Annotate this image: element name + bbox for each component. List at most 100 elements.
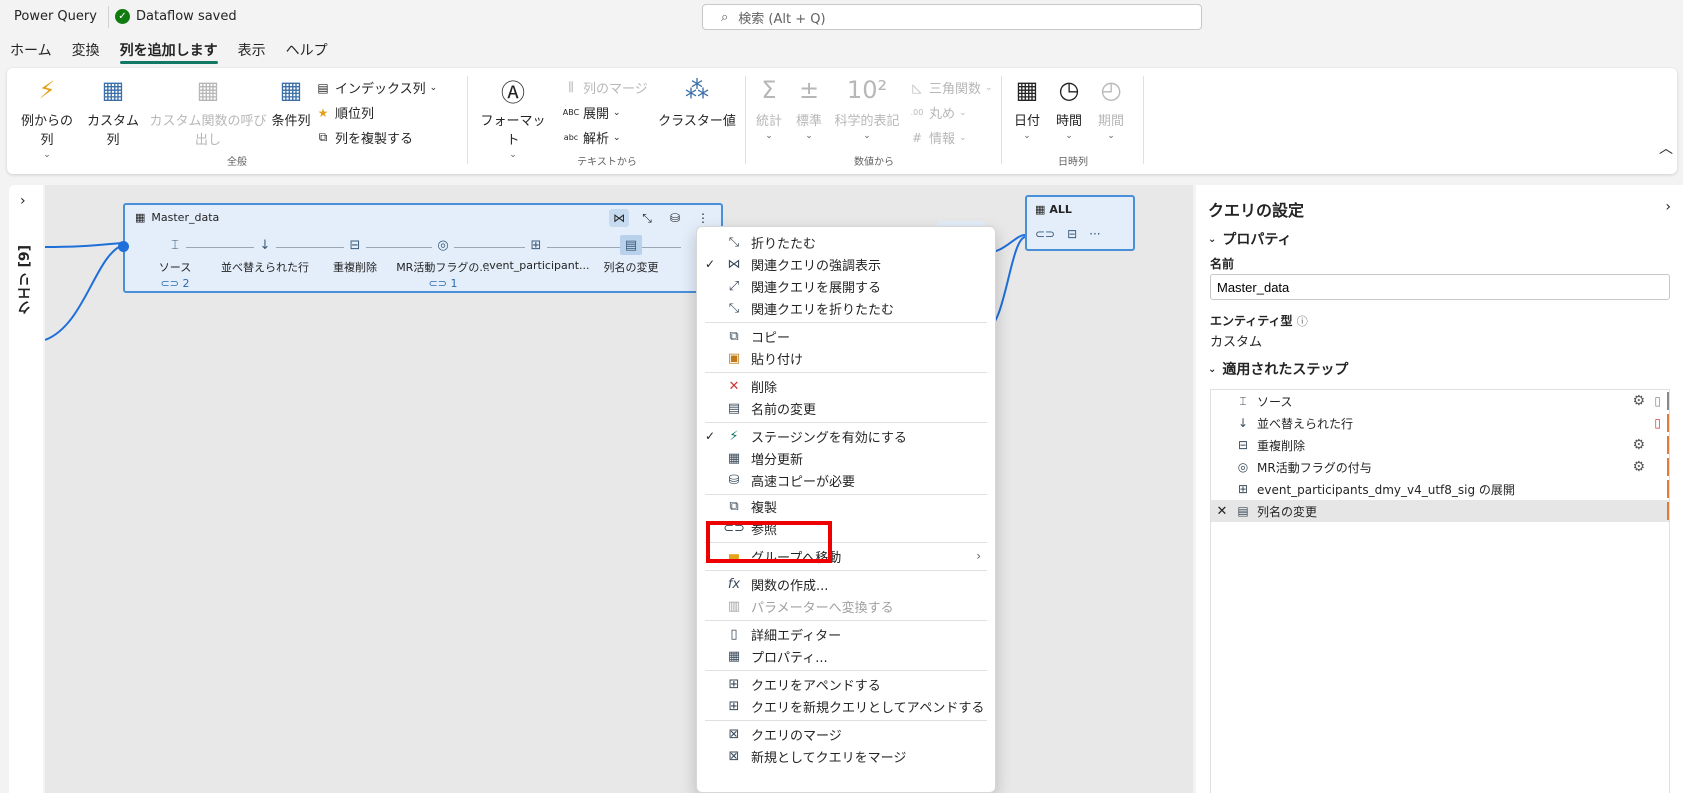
duplicate-column-button[interactable]: ⧉ 列を複製する [315, 128, 413, 147]
menu-item-properties[interactable]: ▦ プロパティ... [697, 645, 995, 667]
index-column-button[interactable]: ▤ インデックス列 ⌄ [315, 78, 437, 98]
date-button[interactable]: ▦ 日付 ⌄ [1007, 74, 1047, 141]
menu-item-create-function[interactable]: fx 関数の作成... [697, 573, 995, 595]
gear-icon[interactable]: ⚙ [1632, 393, 1645, 409]
diagram-canvas[interactable]: ▦ Master_data ⋈ ⤡ ⛁ ⋮ ⌶ ソース ⊂⊃ 2 ↓ 並べ替えら… [45, 185, 1193, 793]
step-source[interactable]: ⌶ ソース ⊂⊃ 2 [125, 235, 225, 290]
menu-item-label: 折りたたむ [751, 236, 817, 252]
applied-step-remove-duplicates[interactable]: ⊟ 重複削除 ⚙ [1211, 434, 1669, 456]
parse-button[interactable]: abc 解析 ⌄ [563, 128, 621, 147]
rank-column-button[interactable]: ★ 順位列 [315, 103, 374, 123]
menu-item-advanced-editor[interactable]: ▯ 詳細エディター [697, 623, 995, 645]
chevron-down-icon: ⌄ [613, 132, 621, 143]
query-card-all[interactable]: ▦ ALL ⊂⊃ ⊟ ··· [1025, 195, 1135, 251]
time-button[interactable]: ◷ 時間 ⌄ [1049, 74, 1089, 141]
name-label: 名前 [1210, 257, 1235, 271]
format-button[interactable]: Ⓐ フォーマット ⌄ [477, 74, 549, 161]
ribbon-group-general: ⚡ 例からの列 ⌄ ▦ カスタム列 ▦ カスタム関数の呼び出し ▦ 条件列 ▤ … [7, 72, 467, 170]
applied-step-source[interactable]: ⌶ ソース ⚙ ▯ [1211, 390, 1669, 412]
menu-item-label: 増分更新 [751, 452, 804, 468]
invoke-custom-function-button[interactable]: ▦ カスタム関数の呼び出し [147, 74, 269, 148]
applied-step-rename-columns[interactable]: ✕ ▤ 列名の変更 [1211, 500, 1669, 522]
menu-item-merge-as-new[interactable]: ⊠ 新規としてクエリをマージ [697, 745, 995, 767]
menu-item-expand-related[interactable]: ⤢ 関連クエリを展開する [697, 275, 995, 297]
info-icon[interactable]: ⓘ [1297, 315, 1308, 328]
menu-item-copy[interactable]: ⧉ コピー [697, 325, 995, 347]
information-button[interactable]: # 情報 ⌄ [909, 128, 967, 148]
rounding-icon: .00 [910, 108, 924, 117]
cluster-values-button[interactable]: ⁂ クラスター値 [655, 74, 739, 129]
standard-label: 標準 [795, 114, 822, 129]
name-input[interactable] [1210, 274, 1670, 300]
applied-steps-header-text: 適用されたステップ [1222, 362, 1349, 378]
menu-item-fast-copy[interactable]: ⛁ 高速コピーが必要 [697, 469, 995, 491]
query-card-master-data[interactable]: ▦ Master_data ⋈ ⤡ ⛁ ⋮ ⌶ ソース ⊂⊃ 2 ↓ 並べ替えら… [118, 203, 731, 293]
tab-home[interactable]: ホーム [0, 34, 62, 66]
related-queries-icon[interactable]: ⋈ [609, 209, 629, 227]
delete-step-icon[interactable]: ✕ [1211, 504, 1233, 519]
menu-item-duplicate[interactable]: ⧉ 複製 [697, 495, 995, 517]
tab-transform[interactable]: 変換 [62, 34, 110, 66]
applied-step-expand[interactable]: ⊞ event_participants_dmy_v4_utf8_sig の展開 [1211, 478, 1669, 500]
duplicate-icon: ⧉ [729, 498, 739, 514]
custom-column-label: カスタム列 [86, 114, 139, 148]
search-box[interactable]: ⌕ 検索 (Alt + Q) [702, 4, 1202, 30]
menu-item-enable-staging[interactable]: ✓ ⚡ ステージングを有効にする [697, 425, 995, 447]
conditional-column-button[interactable]: ▦ 条件列 [271, 74, 311, 129]
gear-icon[interactable]: ⚙ [1632, 459, 1645, 475]
duration-button[interactable]: ◴ 期間 ⌄ [1091, 74, 1131, 141]
expand-button[interactable]: ABC 展開 ⌄ [563, 103, 621, 122]
menu-item-label: クエリを新規クエリとしてアペンドする [751, 700, 985, 716]
collapse-ribbon-icon[interactable]: ︿ [1659, 138, 1673, 158]
menu-item-collapse-related[interactable]: ⤡ 関連クエリを折りたたむ [697, 297, 995, 319]
trigonometry-button[interactable]: ◺ 三角関数 ⌄ [909, 78, 992, 98]
menu-item-rename[interactable]: ▤ 名前の変更 [697, 397, 995, 419]
applied-step-label: 並べ替えられた行 [1257, 416, 1354, 431]
expand-pane-icon[interactable]: › [20, 193, 26, 209]
gear-icon[interactable]: ⚙ [1632, 437, 1645, 453]
menu-item-delete[interactable]: ✕ 削除 [697, 375, 995, 397]
custom-column-button[interactable]: ▦ カスタム列 [81, 74, 145, 148]
step-rename-columns[interactable]: ▤ 列名の変更 [581, 235, 681, 275]
tab-add-column[interactable]: 列を追加します [110, 34, 228, 66]
menu-item-merge-queries[interactable]: ⊠ クエリのマージ [697, 723, 995, 745]
merge-columns-button[interactable]: ⫼ 列のマージ [563, 78, 648, 97]
source-icon: ⌶ [1239, 393, 1247, 408]
menu-item-label: コピー [751, 330, 791, 346]
menu-separator [705, 422, 987, 423]
menu-item-convert-to-parameter[interactable]: ▥ パラメーターへ変換する [697, 595, 995, 617]
menu-item-collapse[interactable]: ⤡ 折りたたむ [697, 231, 995, 253]
properties-section-header[interactable]: ⌄ プロパティ [1208, 229, 1292, 249]
statistics-button[interactable]: Σ 統計 ⌄ [751, 74, 787, 141]
applied-step-merge[interactable]: ◎ MR活動フラグの付与 ⚙ [1211, 456, 1669, 478]
tab-view[interactable]: 表示 [228, 34, 276, 66]
menu-item-paste[interactable]: ▣ 貼り付け [697, 347, 995, 369]
collapse-pane-icon[interactable]: › [1665, 199, 1671, 215]
applied-step-label: ソース [1257, 394, 1293, 409]
entity-type-value: カスタム [1210, 335, 1263, 350]
rounding-button[interactable]: .00 丸め ⌄ [909, 103, 967, 122]
menu-item-append-queries[interactable]: ⊞ クエリをアペンドする [697, 673, 995, 695]
source-icon: ⌶ [164, 235, 186, 255]
cluster-values-icon: ⁂ [685, 76, 709, 104]
scientific-button[interactable]: 10² 科学的表記 ⌄ [831, 74, 903, 141]
standard-button[interactable]: ± 標準 ⌄ [791, 74, 827, 141]
menu-item-highlight-related[interactable]: ✓ ⋈ 関連クエリの強調表示 [697, 253, 995, 275]
remove-duplicates-icon: ⊟ [1237, 438, 1249, 452]
statistics-label: 統計 [755, 114, 782, 129]
chevron-down-icon: ⌄ [863, 131, 871, 141]
column-from-examples-button[interactable]: ⚡ 例からの列 ⌄ [15, 74, 79, 160]
applied-step-sorted-rows[interactable]: ↓ 並べ替えられた行 ▯ [1211, 412, 1669, 434]
more-options-icon[interactable]: ⋮ [693, 209, 713, 227]
step-merge[interactable]: ◎ MR活動フラグの... ⊂⊃ 1 [393, 235, 493, 290]
staging-icon[interactable]: ⛁ [665, 209, 685, 227]
step-remove-duplicates[interactable]: ⊟ 重複削除 [305, 235, 405, 275]
checkmark-icon: ✓ [704, 429, 716, 443]
collapse-icon[interactable]: ⤡ [637, 209, 657, 227]
applied-steps-section-header[interactable]: ⌄ 適用されたステップ [1208, 359, 1348, 379]
menu-item-append-as-new[interactable]: ⊞ クエリを新規クエリとしてアペンドする [697, 695, 995, 717]
step-expand[interactable]: ⊞ event_participant... [481, 235, 591, 272]
tab-help[interactable]: ヘルプ [276, 34, 338, 66]
step-sorted-rows[interactable]: ↓ 並べ替えられた行 [215, 235, 315, 275]
menu-item-incremental-refresh[interactable]: ▦ 増分更新 [697, 447, 995, 469]
